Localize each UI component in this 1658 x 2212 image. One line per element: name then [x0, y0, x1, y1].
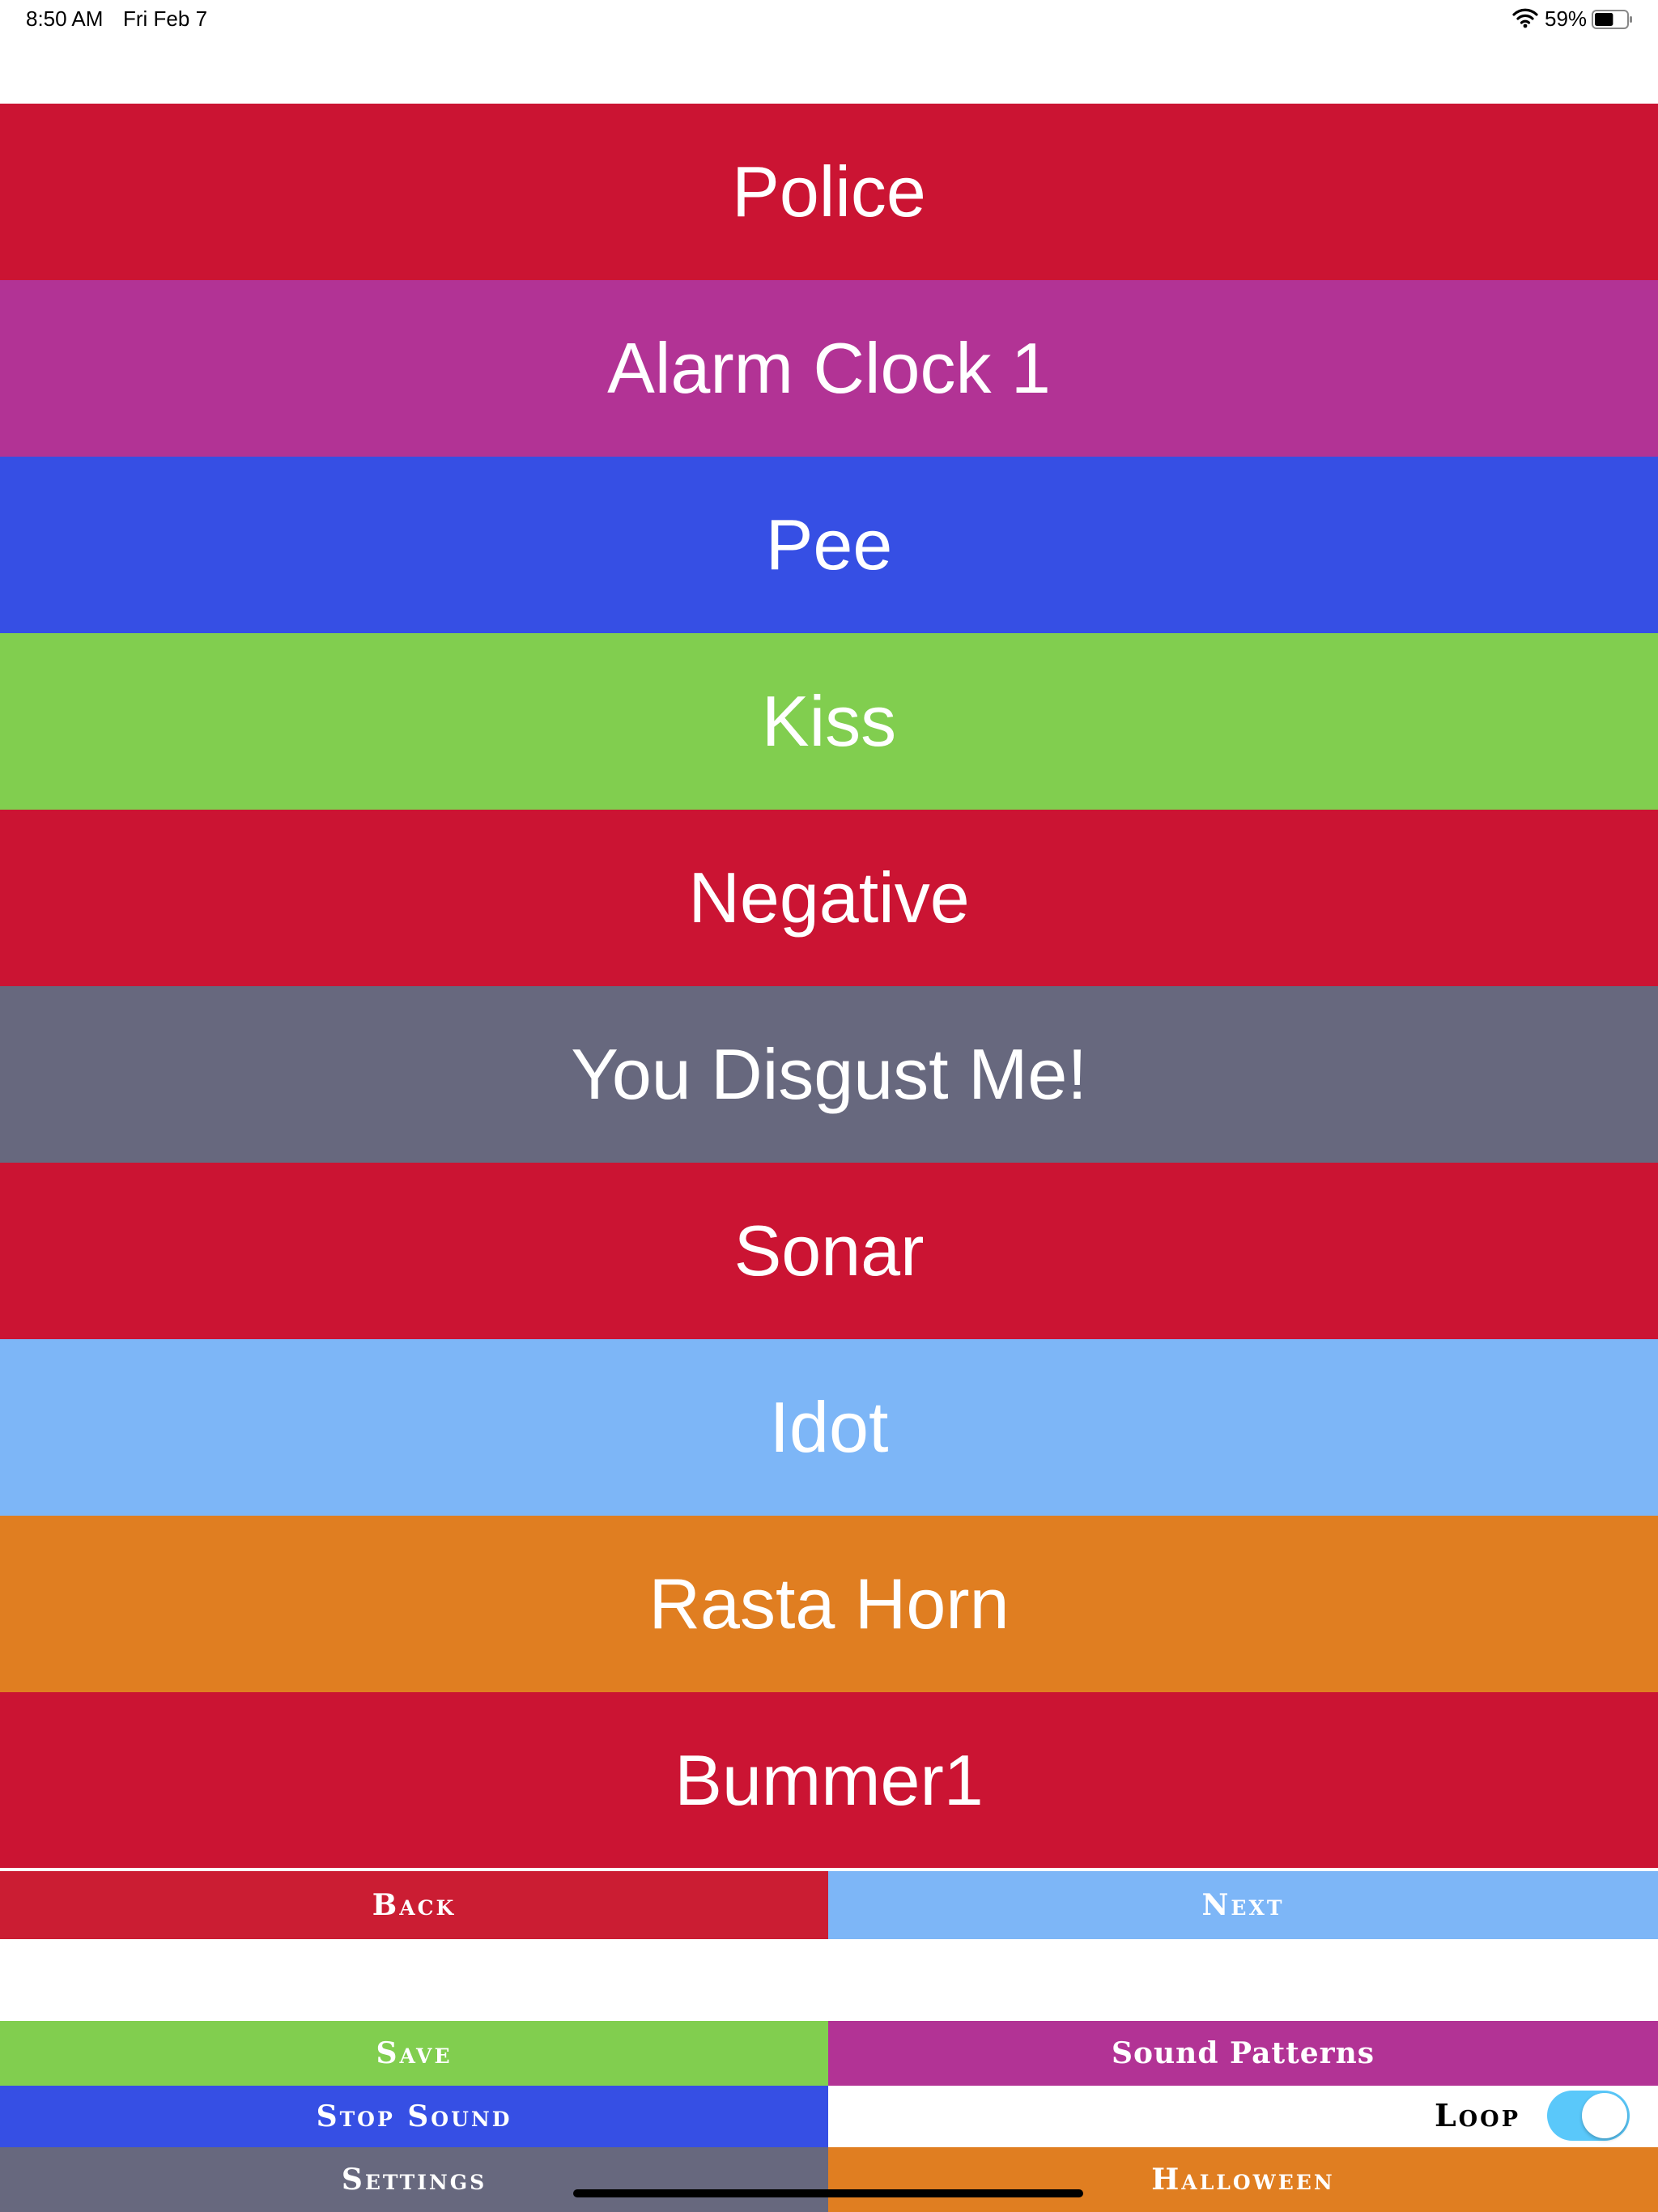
status-time: 8:50 AM — [26, 6, 104, 31]
wifi-icon — [1512, 7, 1538, 28]
back-button-label: Back — [372, 1888, 457, 1922]
sound-button-label: Bummer1 — [674, 1740, 984, 1820]
next-button[interactable]: Next — [828, 1871, 1658, 1939]
settings-button-label: Settings — [341, 2163, 487, 2197]
stop-sound-button-label: Stop Sound — [316, 2099, 512, 2133]
loop-row: Loop — [828, 2086, 1658, 2147]
sound-button-label: Kiss — [761, 681, 897, 761]
save-button-label: Save — [376, 2036, 453, 2070]
sound-button-label: Rasta Horn — [648, 1563, 1010, 1644]
sound-button[interactable]: Alarm Clock 1 — [0, 280, 1658, 457]
sound-button-label: You Disgust Me! — [571, 1034, 1087, 1114]
sound-button[interactable]: Negative — [0, 810, 1658, 986]
sound-button-label: Negative — [688, 857, 970, 938]
status-date: Fri Feb 7 — [123, 6, 208, 31]
loop-toggle-knob — [1582, 2093, 1627, 2138]
sound-button[interactable]: Sonar — [0, 1163, 1658, 1339]
sound-button[interactable]: You Disgust Me! — [0, 986, 1658, 1163]
next-button-label: Next — [1201, 1888, 1285, 1922]
battery-icon — [1592, 9, 1634, 30]
sound-button[interactable]: Bummer1 — [0, 1692, 1658, 1869]
sound-button[interactable]: Kiss — [0, 633, 1658, 810]
sound-button[interactable]: Rasta Horn — [0, 1516, 1658, 1692]
sound-button-label: Pee — [765, 504, 893, 585]
settings-button[interactable]: Settings — [0, 2147, 828, 2212]
status-bar: 8:50 AM Fri Feb 7 59% — [0, 0, 1658, 39]
sound-button[interactable]: Idot — [0, 1339, 1658, 1516]
sound-button[interactable]: Pee — [0, 457, 1658, 633]
battery-percent: 59% — [1545, 6, 1588, 31]
sound-button-label: Police — [732, 151, 926, 232]
home-indicator — [573, 2189, 1083, 2197]
sound-patterns-button-label: Sound Patterns — [1111, 2036, 1375, 2070]
sound-list: Police Alarm Clock 1 Pee Kiss Negative You Di… — [0, 104, 1658, 1869]
loop-toggle[interactable] — [1547, 2091, 1630, 2141]
sound-patterns-button[interactable]: Sound Patterns — [828, 2021, 1658, 2086]
loop-label: Loop — [1434, 2097, 1520, 2133]
sound-button-label: Sonar — [733, 1210, 925, 1291]
sound-button[interactable]: Police — [0, 104, 1658, 280]
save-button[interactable]: Save — [0, 2021, 828, 2086]
back-button[interactable]: Back — [0, 1871, 828, 1939]
halloween-button[interactable]: Halloween — [828, 2147, 1658, 2212]
sound-button-label: Idot — [769, 1387, 889, 1467]
halloween-button-label: Halloween — [1151, 2163, 1335, 2197]
sound-button-label: Alarm Clock 1 — [607, 328, 1051, 408]
stop-sound-button[interactable]: Stop Sound — [0, 2086, 828, 2147]
